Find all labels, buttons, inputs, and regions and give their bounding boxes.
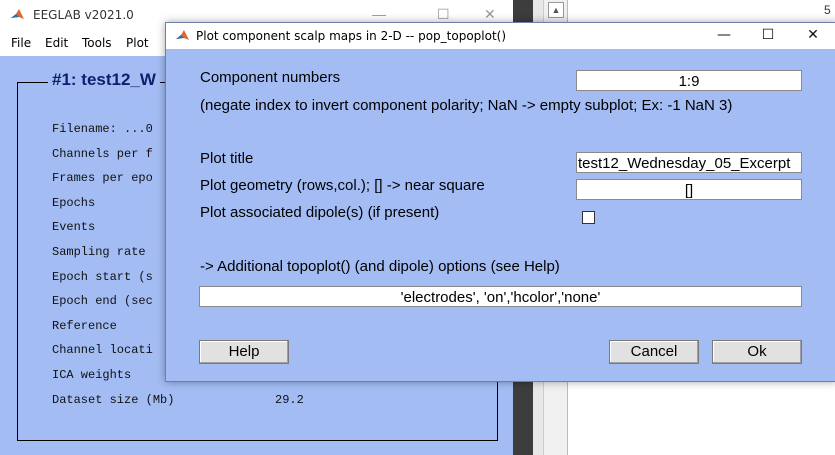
info-row-label: Dataset size (Mb) — [52, 393, 175, 407]
plot-title-input[interactable]: test12_Wednesday_05_Excerpt — [576, 152, 802, 173]
options-label: -> Additional topoplot() (and dipole) op… — [200, 258, 560, 275]
close-icon[interactable]: ✕ — [790, 23, 835, 49]
eeglab-window-title: EEGLAB v2021.0 — [33, 8, 134, 22]
info-row-label: Channel locati — [52, 343, 153, 357]
menu-edit[interactable]: Edit — [45, 36, 68, 50]
info-row-label: Events — [52, 220, 96, 234]
close-icon[interactable]: ✕ — [484, 6, 496, 23]
info-row-value: 29.2 — [275, 393, 304, 407]
component-numbers-input[interactable]: 1:9 — [576, 70, 802, 91]
line-number: 5 — [824, 3, 831, 17]
menu-file[interactable]: File — [11, 36, 31, 50]
menu-tools[interactable]: Tools — [82, 36, 112, 50]
plot-title-label: Plot title — [200, 150, 254, 167]
info-row-label: Frames per epo — [52, 171, 153, 185]
maximize-icon[interactable]: ☐ — [745, 23, 791, 49]
info-row-label: Sampling rate — [52, 245, 146, 259]
dipole-label: Plot associated dipole(s) (if present) — [200, 204, 440, 221]
cancel-button[interactable]: Cancel — [609, 340, 699, 364]
info-row-label: Epoch start (s — [52, 270, 153, 284]
matlab-icon — [175, 28, 191, 49]
topoplot-dialog: Plot component scalp maps in 2-D -- pop_… — [165, 22, 835, 382]
component-numbers-label: Component numbers — [200, 69, 341, 86]
menu-plot[interactable]: Plot — [126, 36, 149, 50]
info-row-label: ICA weights — [52, 368, 132, 382]
options-input[interactable]: 'electrodes', 'on','hcolor','none' — [199, 286, 802, 307]
dialog-titlebar: Plot component scalp maps in 2-D -- pop_… — [166, 23, 835, 49]
minimize-icon[interactable]: — — [701, 23, 747, 49]
dipole-checkbox[interactable] — [582, 211, 595, 224]
ok-button[interactable]: Ok — [712, 340, 802, 364]
info-row-label: Filename: ...0 — [52, 122, 153, 136]
dialog-title: Plot component scalp maps in 2-D -- pop_… — [196, 29, 507, 43]
info-row-label: Epochs — [52, 196, 96, 210]
minimize-icon[interactable]: — — [372, 6, 386, 22]
maximize-icon[interactable]: ☐ — [437, 6, 450, 23]
plot-geometry-input[interactable]: [] — [576, 179, 802, 200]
scroll-up-icon[interactable]: ▲ — [548, 2, 564, 18]
info-row-label: Epoch end (sec — [52, 294, 153, 308]
matlab-icon — [10, 7, 26, 28]
info-row-label: Channels per f — [52, 147, 153, 161]
component-hint: (negate index to invert component polari… — [200, 97, 733, 114]
info-row-label: Reference — [52, 319, 117, 333]
dataset-title: #1: test12_W — [48, 70, 160, 90]
plot-geometry-label: Plot geometry (rows,col.); [] -> near sq… — [200, 177, 485, 194]
help-button[interactable]: Help — [199, 340, 289, 364]
